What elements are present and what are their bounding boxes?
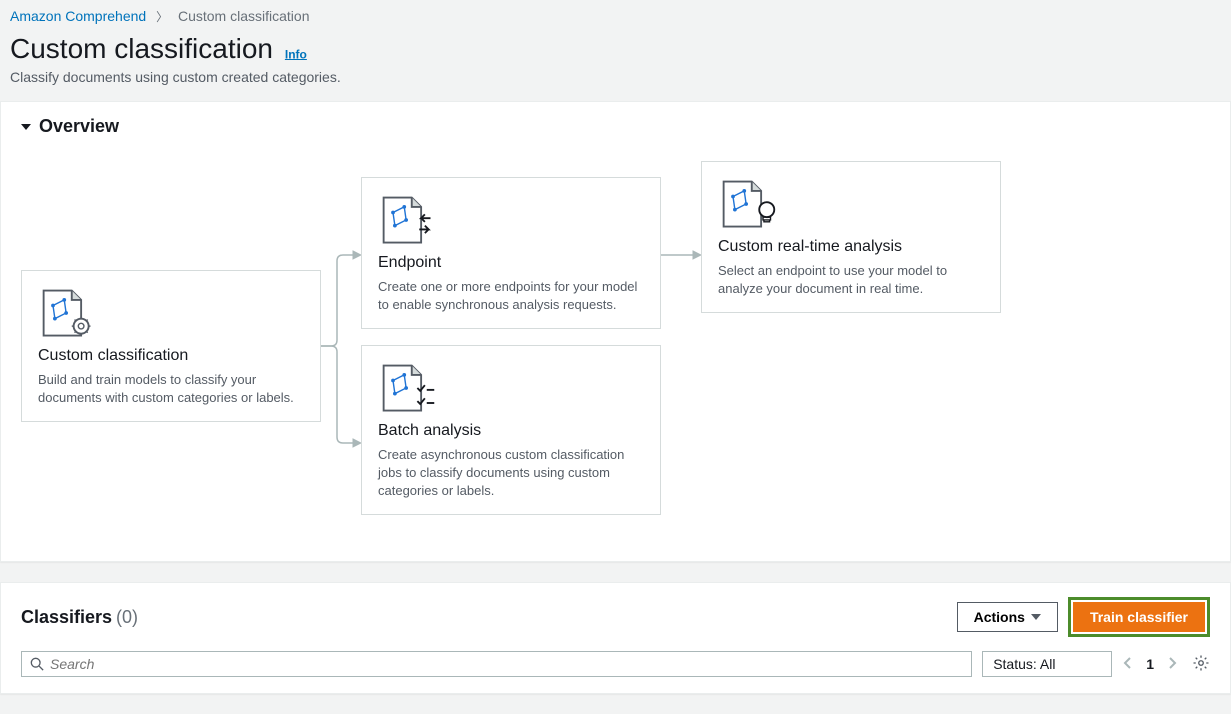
caret-down-icon bbox=[1031, 614, 1041, 620]
card-realtime-analysis[interactable]: Custom real-time analysis Select an endp… bbox=[701, 161, 1001, 313]
actions-button[interactable]: Actions bbox=[957, 602, 1058, 632]
classifiers-heading: Classifiers bbox=[21, 607, 112, 627]
status-label: Status: All bbox=[993, 656, 1055, 672]
breadcrumb-separator-icon: 〉 bbox=[156, 10, 168, 24]
card-title: Custom classification bbox=[38, 347, 304, 365]
breadcrumb: Amazon Comprehend 〉 Custom classificatio… bbox=[0, 0, 1231, 29]
document-gear-icon bbox=[38, 285, 98, 341]
search-input-wrapper[interactable] bbox=[21, 651, 972, 677]
highlight-box: Train classifier bbox=[1068, 597, 1210, 637]
card-title: Custom real-time analysis bbox=[718, 238, 984, 256]
card-desc: Build and train models to classify your … bbox=[38, 371, 304, 407]
pagination: 1 bbox=[1122, 654, 1210, 675]
document-arrows-icon bbox=[378, 192, 438, 248]
card-title: Batch analysis bbox=[378, 422, 644, 440]
search-icon bbox=[30, 657, 44, 671]
breadcrumb-current: Custom classification bbox=[178, 8, 310, 24]
caret-down-icon bbox=[21, 124, 31, 130]
page-prev-button[interactable] bbox=[1122, 656, 1132, 673]
card-desc: Select an endpoint to use your model to … bbox=[718, 262, 984, 298]
classifiers-count: (0) bbox=[116, 607, 138, 627]
page-title: Custom classification bbox=[10, 33, 273, 65]
info-link[interactable]: Info bbox=[285, 47, 307, 61]
chevron-right-icon bbox=[1168, 656, 1178, 670]
card-title: Endpoint bbox=[378, 254, 644, 272]
page-header: Custom classification Info Classify docu… bbox=[0, 29, 1231, 101]
document-checklist-icon bbox=[378, 360, 438, 416]
page-next-button[interactable] bbox=[1168, 656, 1178, 673]
breadcrumb-root[interactable]: Amazon Comprehend bbox=[10, 8, 146, 24]
status-filter-select[interactable]: Status: All bbox=[982, 651, 1112, 677]
train-classifier-button[interactable]: Train classifier bbox=[1073, 602, 1205, 632]
document-bulb-icon bbox=[718, 176, 778, 232]
actions-label: Actions bbox=[974, 609, 1025, 625]
page-subtitle: Classify documents using custom created … bbox=[10, 69, 1221, 85]
card-desc: Create asynchronous custom classificatio… bbox=[378, 446, 644, 501]
connector-branch bbox=[321, 161, 361, 531]
classifiers-panel: Classifiers (0) Actions Train classifier… bbox=[0, 582, 1231, 694]
card-desc: Create one or more endpoints for your mo… bbox=[378, 278, 644, 314]
overview-panel: Overview bbox=[0, 101, 1231, 562]
search-input[interactable] bbox=[50, 656, 963, 672]
page-number: 1 bbox=[1146, 656, 1154, 672]
card-endpoint[interactable]: Endpoint Create one or more endpoints fo… bbox=[361, 177, 661, 329]
connector-straight bbox=[661, 161, 701, 531]
card-custom-classification[interactable]: Custom classification Build and train mo… bbox=[21, 270, 321, 422]
settings-button[interactable] bbox=[1192, 654, 1210, 675]
chevron-left-icon bbox=[1122, 656, 1132, 670]
gear-icon bbox=[1192, 654, 1210, 672]
card-batch-analysis[interactable]: Batch analysis Create asynchronous custo… bbox=[361, 345, 661, 516]
overview-heading: Overview bbox=[39, 116, 119, 137]
overview-toggle[interactable]: Overview bbox=[1, 102, 1230, 151]
